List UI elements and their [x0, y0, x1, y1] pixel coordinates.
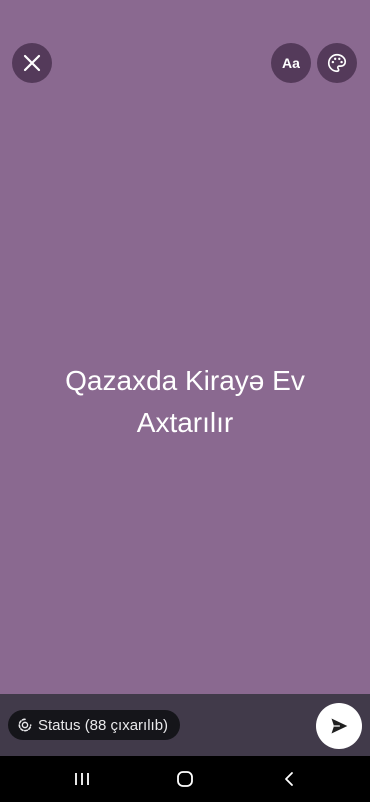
close-button[interactable]	[12, 43, 52, 83]
recents-icon	[75, 773, 89, 785]
font-style-label: Aa	[282, 55, 300, 71]
back-icon	[285, 772, 293, 786]
back-button[interactable]	[259, 756, 319, 802]
status-privacy-label: Status (88 çıxarılıb)	[38, 716, 169, 734]
recents-button[interactable]	[52, 756, 112, 802]
status-canvas[interactable]: Aa Qazaxda Kirayə Ev Axtarılır	[0, 0, 370, 694]
home-button[interactable]	[155, 756, 215, 802]
status-privacy-button[interactable]: Status (88 çıxarılıb)	[8, 710, 181, 740]
font-style-button[interactable]: Aa	[271, 43, 311, 83]
composer-footer: Status (88 çıxarılıb)	[0, 694, 370, 756]
status-text-input[interactable]: Qazaxda Kirayə Ev Axtarılır	[30, 360, 340, 444]
system-navigation-bar	[0, 756, 370, 802]
send-button[interactable]	[316, 703, 362, 749]
palette-icon	[328, 53, 347, 73]
background-color-button[interactable]	[317, 43, 357, 83]
status-privacy-icon	[18, 718, 32, 732]
close-icon	[23, 54, 41, 72]
home-icon	[177, 771, 193, 787]
send-icon	[331, 718, 348, 734]
